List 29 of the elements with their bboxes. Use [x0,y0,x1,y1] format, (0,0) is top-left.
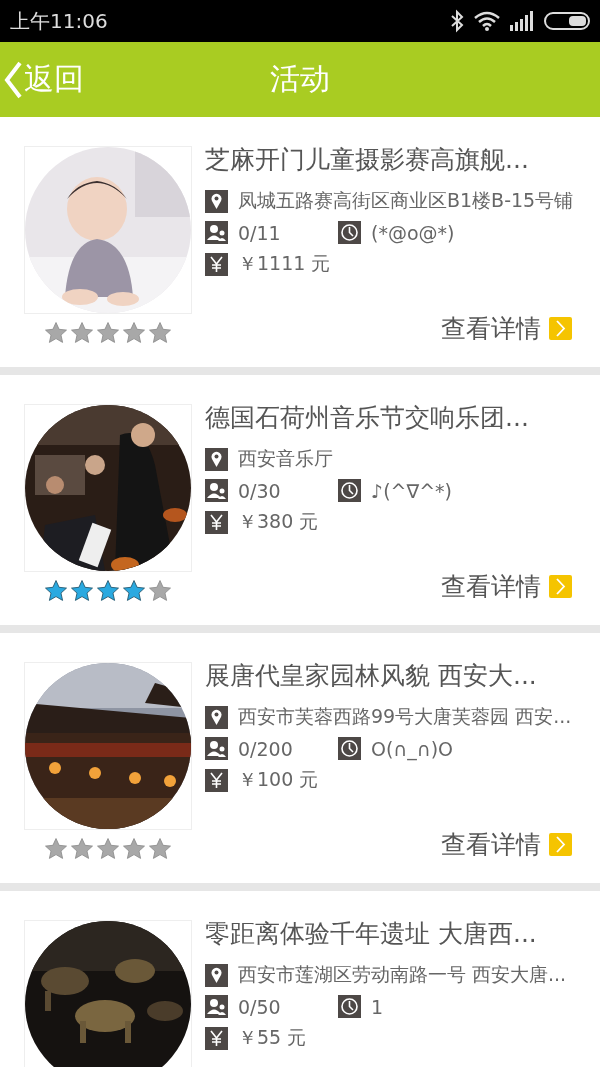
participant-count: 0/50 [238,995,282,1018]
page-title: 活动 [270,61,330,96]
event-time: O(∩_∩)O [371,737,454,760]
event-price: ￥100 元 [238,767,319,792]
event-address: 西安市芙蓉西路99号大唐芙蓉园 西安... [238,704,572,729]
event-title: 芝麻开门儿童摄影赛高旗舰... [205,144,530,176]
event-address: 西安音乐厅 [238,446,333,471]
event-time: ♪(^∇^*) [371,479,452,502]
status-time: 上午11:06 [10,7,108,35]
participant-count: 0/30 [238,479,282,502]
event-time: (*@o@*) [371,221,455,244]
event-card[interactable]: 德国石荷州音乐节交响乐团... 西安音乐厅 0/30 ♪(^∇^*) ￥380 元 查看详情 [0,375,600,625]
event-title: 展唐代皇家园林风貌 西安大... [205,660,538,692]
details-link[interactable]: 查看详情 [441,570,572,603]
event-title: 零距离体验千年遗址 大唐西... [205,918,538,950]
event-title: 德国石荷州音乐节交响乐团... [205,402,530,434]
event-price: ￥55 元 [238,1025,307,1050]
details-link[interactable]: 查看详情 [441,312,572,345]
details-link[interactable]: 查看详情 [441,828,572,861]
event-card[interactable]: 芝麻开门儿童摄影赛高旗舰... 凤城五路赛高街区商业区B1楼B-15号铺 0/11 (*@o@*) ￥1111 元 查看详情 [0,117,600,367]
event-time: 1 [371,995,384,1018]
event-address: 凤城五路赛高街区商业区B1楼B-15号铺 [238,188,574,213]
event-address: 西安市莲湖区劳动南路一号 西安大唐... [238,962,567,987]
event-price: ￥380 元 [238,509,319,534]
event-card[interactable]: 零距离体验千年遗址 大唐西... 西安市莲湖区劳动南路一号 西安大唐... 0/50 1 ￥55 元 [0,891,600,1067]
event-price: ￥1111 元 [238,251,331,276]
participant-count: 0/200 [238,737,294,760]
event-card[interactable]: 展唐代皇家园林风貌 西安大... 西安市芙蓉西路99号大唐芙蓉园 西安... 0/200 O(∩_∩)O ￥100 元 查看详情 [0,633,600,883]
participant-count: 0/11 [238,221,282,244]
